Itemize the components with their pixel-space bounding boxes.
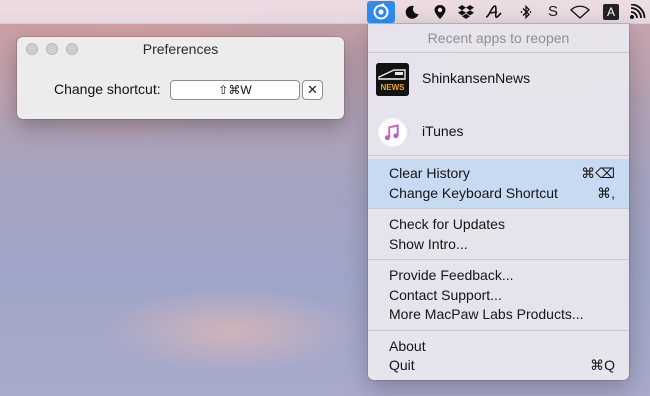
recent-app-name: ShinkansenNews (422, 70, 531, 86)
bluetooth-icon[interactable] (515, 3, 537, 21)
svg-text:NEWS: NEWS (381, 83, 406, 92)
itunes-icon (376, 116, 409, 149)
app-dropdown-menu: Recent apps to reopen NEWS ShinkansenNew… (368, 24, 629, 380)
moon-icon[interactable] (401, 3, 423, 21)
recent-app-itunes[interactable]: iTunes (368, 112, 629, 152)
menu-separator (368, 259, 629, 260)
recent-app-name: iTunes (422, 123, 464, 139)
input-source-icon[interactable]: A (600, 3, 622, 21)
setapp-active-icon[interactable] (367, 1, 395, 23)
shinkansen-news-icon: NEWS (376, 63, 409, 96)
menu-item-show-intro[interactable]: Show Intro... (389, 235, 468, 253)
menu-separator (368, 155, 629, 156)
menu-item-clear-history[interactable]: Clear History (389, 164, 470, 182)
menu-separator (368, 52, 629, 53)
menu-item-contact-support[interactable]: Contact Support... (389, 286, 502, 304)
clear-shortcut-button[interactable]: ✕ (302, 80, 323, 100)
menu-item-about[interactable]: About (389, 337, 426, 355)
recent-apps-header: Recent apps to reopen (427, 30, 570, 46)
wifi-icon[interactable] (568, 3, 592, 21)
clear-history-shortcut: ⌘⌫ (581, 165, 615, 181)
script-a-icon[interactable] (483, 3, 505, 21)
menu-item-quit[interactable]: Quit (389, 356, 415, 374)
menu-bar: S A (0, 0, 650, 24)
change-keyboard-shortcut-shortcut: ⌘, (597, 185, 615, 201)
wifi-waves-icon[interactable] (627, 3, 649, 21)
menu-item-provide-feedback[interactable]: Provide Feedback... (389, 266, 514, 284)
skype-icon[interactable]: S (542, 3, 564, 21)
window-title: Preferences (142, 41, 219, 57)
menu-item-check-for-updates[interactable]: Check for Updates (389, 215, 505, 233)
quit-shortcut: ⌘Q (590, 357, 615, 373)
preferences-window: Preferences Change shortcut: ⇧⌘W ✕ (17, 37, 344, 119)
menu-item-change-keyboard-shortcut[interactable]: Change Keyboard Shortcut (389, 184, 558, 202)
menu-item-more-macpaw-labs-products[interactable]: More MacPaw Labs Products... (389, 305, 584, 323)
recent-app-shinkansen-news[interactable]: NEWS ShinkansenNews (368, 59, 629, 99)
shortcut-label: Change shortcut: (54, 81, 161, 97)
menu-separator (368, 208, 629, 209)
shortcut-field[interactable]: ⇧⌘W (170, 80, 300, 100)
menu-separator (368, 330, 629, 331)
dropbox-icon[interactable] (455, 3, 477, 21)
location-pin-icon[interactable] (429, 3, 451, 21)
